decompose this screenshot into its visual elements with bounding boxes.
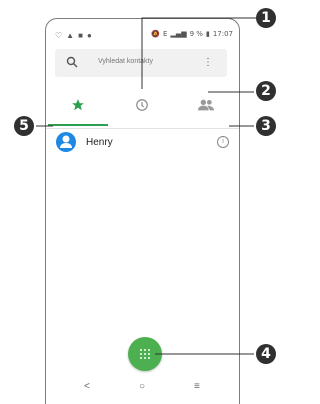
callout-lines — [36, 17, 256, 355]
callout-2: 2 — [256, 81, 276, 101]
callout-5: 5 — [14, 116, 34, 136]
callout-1: 1 — [256, 8, 276, 28]
callout-3: 3 — [256, 116, 276, 136]
callout-4: 4 — [256, 344, 276, 364]
